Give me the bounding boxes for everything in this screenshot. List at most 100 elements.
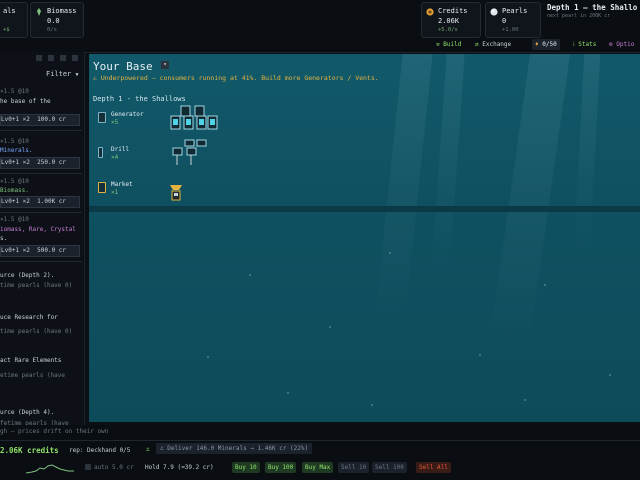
upgrade-buy-button[interactable]: Lv0+1 ×2 1.00K cr [0, 196, 80, 208]
resource-card-biomass: Biomass 0.0 0/s [30, 2, 84, 38]
hammer-icon: ⚒ [436, 41, 440, 48]
bubble [287, 392, 289, 394]
pearls-label: Pearls [502, 7, 528, 15]
build-label: Build [443, 41, 462, 48]
resource-bar: als +$ Biomass 0.0 0/s Credits 2.06K +5.… [0, 0, 640, 39]
stats-icon: ⁞ [573, 41, 575, 48]
buy-100-button[interactable]: Buy 100 [265, 462, 297, 473]
pearl-counter-label: 0/50 [542, 41, 557, 48]
filter-button[interactable]: Filter ▼ [46, 70, 79, 78]
resource-card-minerals: als +$ [0, 2, 28, 38]
upgrade-text: act Rare Elements [0, 357, 62, 364]
upgrade-text: etime pearls (have [0, 372, 66, 379]
divider [0, 440, 640, 441]
biomass-icon [37, 8, 41, 16]
drill-count: ×4 [111, 154, 119, 161]
market-icon [98, 182, 106, 193]
market-name: Market [111, 181, 133, 188]
build-button[interactable]: ⚒ Build [433, 39, 464, 50]
generator-count: ×5 [111, 119, 119, 126]
pearl-counter[interactable]: ♦ 0/50 [532, 39, 560, 50]
upgrade-text: time pearls (have 0) [0, 282, 73, 289]
auto-sell-checkbox[interactable] [85, 464, 91, 470]
upgrade-buy-button[interactable]: Lv0+1 ×2 250.0 cr [0, 157, 80, 169]
upgrade-text: Biomass. [0, 187, 29, 194]
zone-divider [89, 206, 640, 212]
upgrade-text: uce Research for [0, 314, 58, 321]
pearls-value: 0 [502, 17, 507, 25]
bubble [371, 404, 373, 406]
upgrade-text: urce (Depth 4). [0, 409, 55, 416]
base-scene: Your Base ▾ ⚠ Underpowered — consumers r… [89, 54, 640, 422]
build-panel: Filter ▼ ×1.5 @10 he base of the Lv0+1 ×2 … [0, 52, 85, 425]
hold-readout: Hold 7.9 (≈39.2 cr) [145, 464, 214, 471]
bubble [389, 252, 391, 254]
toolbar: ⚒ Build ⇄ Exchange ♦ 0/50 ⁞ Stats ⚙ Opti… [0, 38, 640, 53]
upgrade-text: ×1.5 @10 [0, 178, 29, 185]
auto-sell-label: auto 5.0 cr [94, 464, 134, 471]
stats-button[interactable]: ⁞ Stats [570, 39, 599, 50]
upgrade-text: ×1.5 @10 [0, 138, 29, 145]
upgrade-separator [0, 261, 82, 262]
reputation: rep: Deckhand 0/5 [69, 447, 131, 454]
options-label: Optio [616, 41, 635, 48]
exchange-button[interactable]: ⇄ Exchange [472, 39, 514, 50]
market-credits: 2.06K credits [0, 446, 59, 455]
upgrade-text: ×1.5 @10 [0, 216, 29, 223]
deliver-button[interactable]: ⚓ Deliver 146.0 Minerals → 1.46K cr (22%… [156, 443, 313, 454]
depth-subtitle: next pearl in 200K cr [547, 13, 611, 19]
trophy-icon: ♦ [535, 41, 539, 48]
options-button[interactable]: ⚙ Optio [606, 39, 637, 50]
panel-minimize-icon[interactable] [36, 55, 42, 61]
biomass-value: 0.0 [47, 17, 60, 25]
upgrade-separator [0, 130, 82, 131]
drill-sprites[interactable] [171, 139, 211, 169]
upgrade-text: Minerals. [0, 147, 33, 154]
base-title: Your Base [93, 60, 153, 73]
bubble [544, 284, 546, 286]
generator-name: Generator [111, 111, 144, 118]
pearl-icon [490, 8, 498, 16]
credits-label: Credits [438, 7, 468, 15]
upgrade-text: ×1.5 @10 [0, 88, 29, 95]
power-warning: ⚠ Underpowered — consumers running at 41… [93, 74, 379, 82]
buy-max-button[interactable]: Buy Max [302, 462, 334, 473]
buy-10-button[interactable]: Buy 10 [232, 462, 260, 473]
exchange-icon: ⇄ [475, 41, 479, 48]
contract-icon: ⚓ [146, 446, 150, 453]
bubble [249, 274, 251, 276]
generator-icon [98, 112, 106, 123]
panel-next-icon[interactable] [60, 55, 66, 61]
upgrade-text: urce (Depth 2). [0, 272, 55, 279]
upgrade-buy-button[interactable]: Lv0+1 ×2 500.0 cr [0, 245, 80, 257]
upgrade-separator [0, 173, 82, 174]
resource-card-credits: Credits 2.06K +5.0/s [421, 2, 481, 38]
coin-icon [426, 8, 434, 16]
sell-10-button[interactable]: Sell 10 [338, 462, 370, 473]
credits-value: 2.06K [438, 17, 460, 25]
price-sparkline [26, 464, 74, 474]
upgrade-buy-button[interactable]: Lv0+1 ×2 100.0 cr [0, 114, 80, 126]
pearls-rate: +1.00 [502, 27, 519, 33]
upgrade-separator [0, 212, 82, 213]
bubble [524, 399, 526, 401]
market-sprite[interactable] [169, 184, 183, 202]
sell-all-button[interactable]: Sell All [416, 462, 451, 473]
upgrade-text: s. [0, 235, 8, 242]
base-menu-chevron-icon[interactable]: ▾ [161, 61, 169, 69]
panel-close-icon[interactable] [72, 55, 78, 61]
biomass-rate: 0/s [47, 27, 57, 33]
upgrade-text: time pearls (have 0) [0, 328, 73, 335]
credits-rate: +5.0/s [438, 27, 458, 33]
bubble [479, 354, 481, 356]
market-ticker: gh — prices drift on their own [0, 428, 109, 435]
biomass-label: Biomass [47, 7, 77, 15]
sell-100-button[interactable]: Sell 100 [372, 462, 407, 473]
panel-prev-icon[interactable] [48, 55, 54, 61]
resource-label: als [3, 7, 16, 15]
resource-rate: +$ [3, 27, 10, 33]
generator-sprites[interactable] [169, 104, 219, 136]
stats-label: Stats [578, 41, 597, 48]
depth-label: Depth 1 - the Shallows [93, 95, 186, 103]
gear-icon: ⚙ [609, 41, 613, 48]
